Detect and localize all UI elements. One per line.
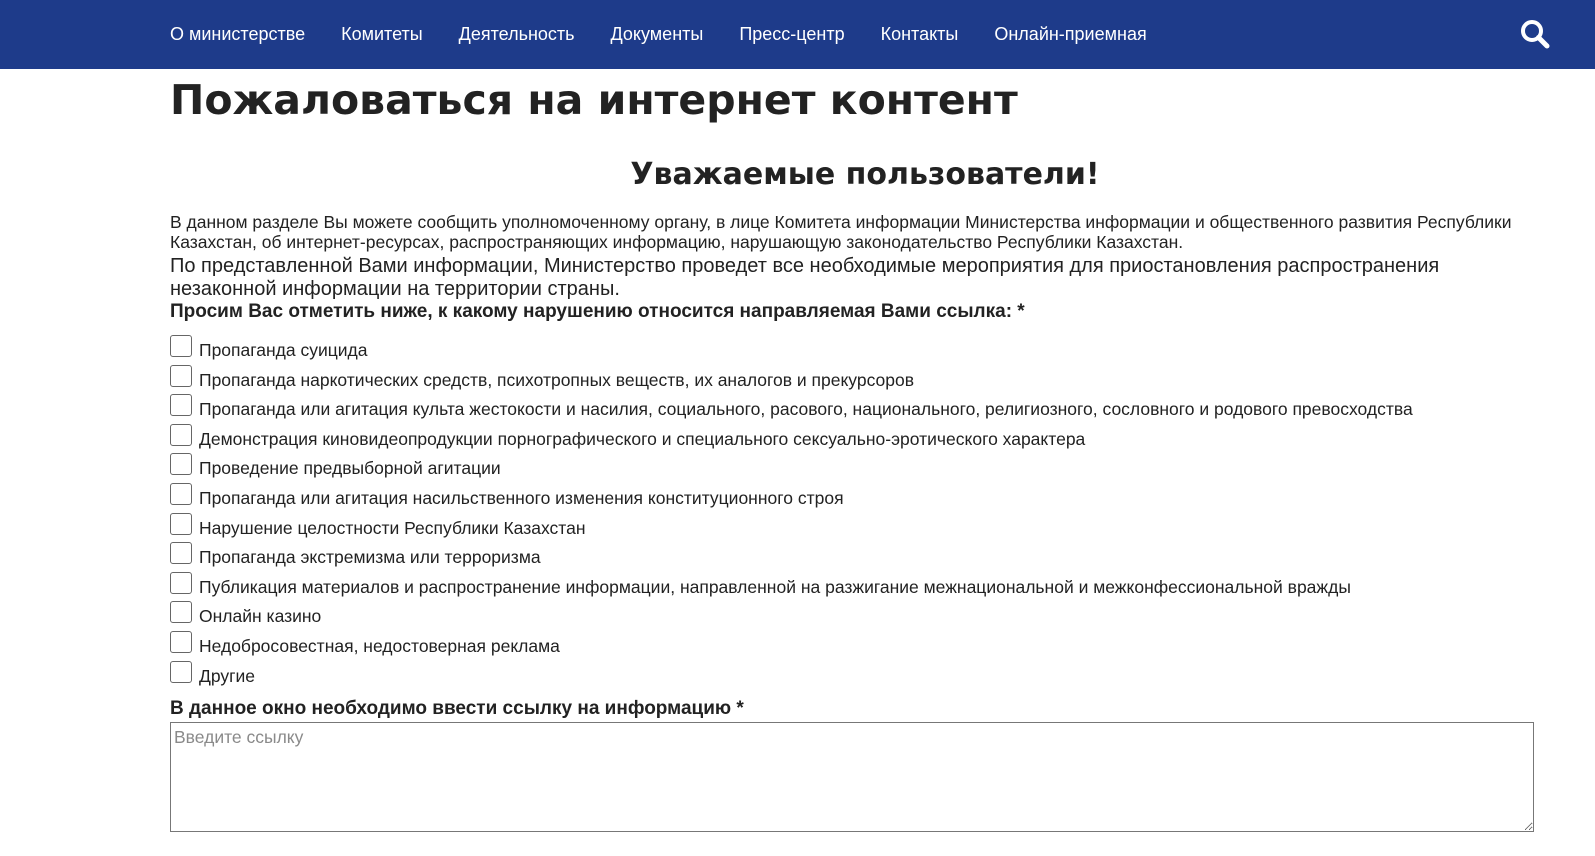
checkbox[interactable] <box>170 482 192 505</box>
violation-option-pornography[interactable]: Демонстрация киновидеопродукции порногра… <box>170 423 1550 453</box>
checkbox[interactable] <box>170 542 192 565</box>
intro-text: В данном разделе Вы можете сообщить упол… <box>170 212 1512 252</box>
violation-option-ethnic-hatred[interactable]: Публикация материалов и распространение … <box>170 571 1550 601</box>
option-label: Онлайн казино <box>199 606 322 627</box>
option-label: Другие <box>199 665 256 686</box>
nav-item-committees[interactable]: Комитеты <box>341 24 423 45</box>
option-label: Проведение предвыборной агитации <box>199 458 501 479</box>
nav-item-activity[interactable]: Деятельность <box>459 24 575 45</box>
violation-question: Просим Вас отметить ниже, к какому наруш… <box>170 301 1025 322</box>
nav-item-about-ministry[interactable]: О министерстве <box>170 24 305 45</box>
violation-option-misleading-ads[interactable]: Недобросовестная, недостоверная реклама <box>170 630 1550 660</box>
violation-option-drugs[interactable]: Пропаганда наркотических средств, психот… <box>170 364 1550 394</box>
page-title: Пожаловаться на интернет контент <box>170 76 1018 124</box>
option-label: Пропаганда экстремизма или терроризма <box>199 547 541 568</box>
checkbox[interactable] <box>170 512 192 535</box>
option-label: Пропаганда или агитация культа жестокост… <box>199 399 1413 420</box>
greeting-heading: Уважаемые пользователи! <box>630 157 1100 192</box>
search-icon <box>1521 20 1550 49</box>
checkbox[interactable] <box>170 571 192 594</box>
nav-item-contacts[interactable]: Контакты <box>881 24 959 45</box>
option-label: Пропаганда или агитация насильственного … <box>199 487 844 508</box>
link-field-label: В данное окно необходимо ввести ссылку н… <box>170 698 744 719</box>
nav-item-documents[interactable]: Документы <box>611 24 704 45</box>
violation-option-constitutional-change[interactable]: Пропаганда или агитация насильственного … <box>170 482 1550 512</box>
checkbox[interactable] <box>170 601 192 624</box>
option-label: Недобросовестная, недостоверная реклама <box>199 635 560 656</box>
violation-option-extremism[interactable]: Пропаганда экстремизма или терроризма <box>170 541 1550 571</box>
checkbox[interactable] <box>170 630 192 653</box>
violation-options-list: Пропаганда суицида Пропаганда наркотичес… <box>170 334 1550 689</box>
top-navigation-bar: О министерстве Комитеты Деятельность Док… <box>0 0 1595 69</box>
checkbox[interactable] <box>170 364 192 387</box>
violation-option-violence-cult[interactable]: Пропаганда или агитация культа жестокост… <box>170 393 1550 423</box>
option-label: Пропаганда суицида <box>199 340 368 360</box>
violation-option-territorial-integrity[interactable]: Нарушение целостности Республики Казахст… <box>170 512 1550 542</box>
violation-option-online-casino[interactable]: Онлайн казино <box>170 600 1550 630</box>
checkbox[interactable] <box>170 394 192 417</box>
checkbox[interactable] <box>170 453 192 476</box>
violation-option-suicide[interactable]: Пропаганда суицида <box>170 334 1550 364</box>
checkbox[interactable] <box>170 335 192 357</box>
search-button[interactable] <box>1519 18 1551 50</box>
option-label: Демонстрация киновидеопродукции порногра… <box>199 428 1086 449</box>
option-label: Пропаганда наркотических средств, психот… <box>199 369 915 390</box>
nav-item-press-center[interactable]: Пресс-центр <box>739 24 844 45</box>
checkbox[interactable] <box>170 423 192 446</box>
intro-text-2: По представленной Вами информации, Минис… <box>170 255 1440 300</box>
option-label: Публикация материалов и распространение … <box>199 576 1351 597</box>
option-label: Нарушение целостности Республики Казахст… <box>199 517 586 538</box>
main-nav: О министерстве Комитеты Деятельность Док… <box>170 0 1183 69</box>
violation-option-election-agitation[interactable]: Проведение предвыборной агитации <box>170 452 1550 482</box>
violation-option-other[interactable]: Другие <box>170 660 1550 690</box>
nav-item-online-reception[interactable]: Онлайн-приемная <box>994 24 1146 45</box>
link-input[interactable] <box>170 722 1534 832</box>
checkbox[interactable] <box>170 660 192 683</box>
